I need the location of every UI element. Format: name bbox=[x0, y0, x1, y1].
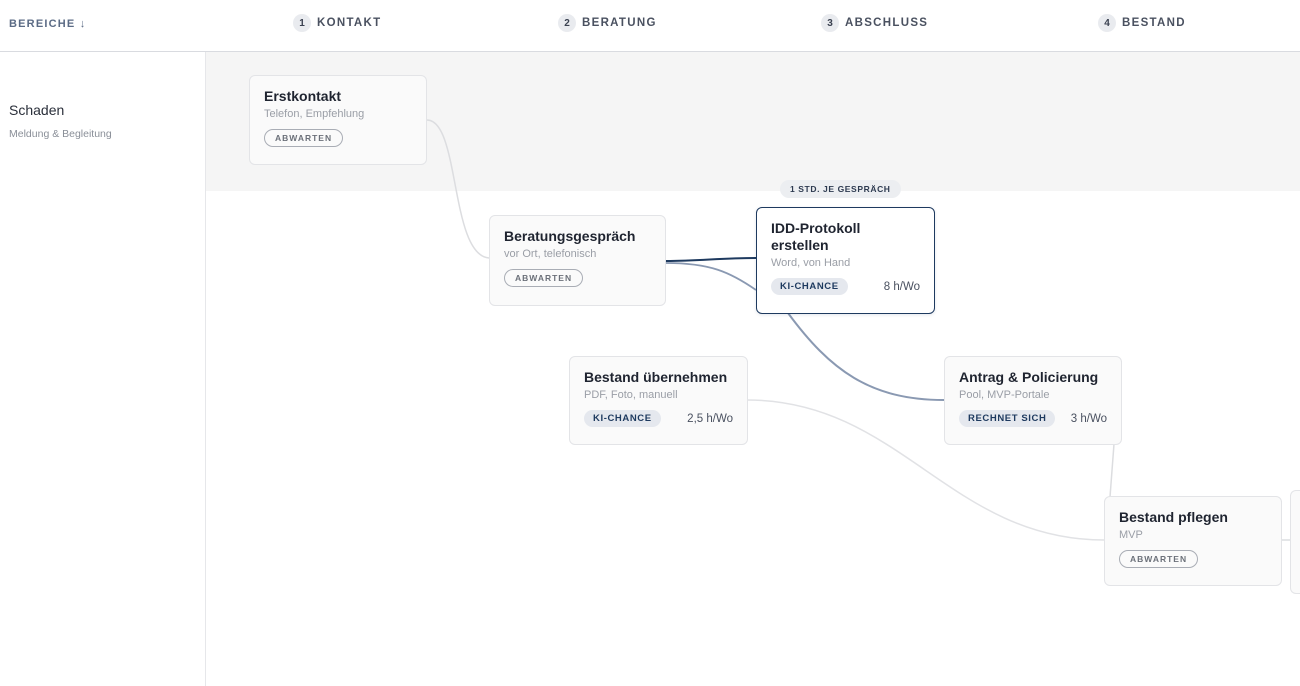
ki-chance-pill: KI-CHANCE bbox=[584, 410, 661, 427]
phase-label: KONTAKT bbox=[317, 17, 382, 29]
phase-number: 1 bbox=[293, 14, 311, 32]
card-idd-protokoll[interactable]: IDD-Protokoll erstellen Word, von Hand K… bbox=[756, 207, 935, 314]
card-subtitle: Word, von Hand bbox=[771, 257, 851, 269]
card-bestand-uebernehmen[interactable]: Bestand übernehmen PDF, Foto, manuell KI… bbox=[569, 356, 748, 445]
bereiche-toggle[interactable]: BEREICHE ↓ bbox=[9, 18, 86, 30]
card-erstkontakt[interactable]: Erstkontakt Telefon, Empfehlung ABWARTEN bbox=[249, 75, 427, 165]
card-title: IDD-Protokoll erstellen bbox=[771, 220, 861, 253]
link-idd-antrag bbox=[787, 312, 945, 401]
phase-header: BEREICHE ↓ 1 KONTAKT 2 BERATUNG 3 ABSCHL… bbox=[0, 0, 1300, 52]
phase-beratung[interactable]: 2 BERATUNG bbox=[558, 14, 657, 32]
card-next-partial[interactable] bbox=[1290, 490, 1300, 594]
link-antrag-pflegen bbox=[1109, 443, 1115, 498]
link-beratung-idd bbox=[665, 257, 757, 262]
card-antrag-policierung[interactable]: Antrag & Policierung Pool, MVP-Portale R… bbox=[944, 356, 1122, 445]
card-subtitle: MVP bbox=[1119, 529, 1143, 541]
card-title: Antrag & Policierung bbox=[959, 369, 1099, 385]
card-title: Erstkontakt bbox=[264, 88, 342, 104]
phase-number: 2 bbox=[558, 14, 576, 32]
card-subtitle: Telefon, Empfehlung bbox=[264, 108, 365, 120]
phase-kontakt[interactable]: 1 KONTAKT bbox=[293, 14, 381, 32]
card-subtitle: Pool, MVP-Portale bbox=[959, 389, 1050, 401]
status-pill: ABWARTEN bbox=[504, 269, 584, 287]
phase-abschluss[interactable]: 3 ABSCHLUSS bbox=[821, 14, 928, 32]
phase-number: 4 bbox=[1098, 14, 1116, 32]
card-bestand-pflegen[interactable]: Bestand pflegen MVP ABWARTEN bbox=[1104, 496, 1282, 586]
rechnet-sich-pill: RECHNET SICH bbox=[959, 410, 1056, 427]
status-pill: ABWARTEN bbox=[264, 129, 344, 147]
hours-per-week: 2,5 h/Wo bbox=[687, 412, 733, 425]
status-pill: ABWARTEN bbox=[1119, 550, 1199, 568]
card-title: Bestand pflegen bbox=[1119, 509, 1228, 525]
link-erstkontakt-beratung bbox=[426, 119, 490, 259]
card-subtitle: PDF, Foto, manuell bbox=[584, 389, 678, 401]
ki-chance-pill: KI-CHANCE bbox=[771, 278, 848, 295]
phase-label: ABSCHLUSS bbox=[845, 17, 929, 29]
card-title: Beratungsgespräch bbox=[504, 228, 636, 244]
phase-label: BERATUNG bbox=[582, 17, 657, 29]
card-title: Bestand übernehmen bbox=[584, 369, 728, 385]
phase-label: BESTAND bbox=[1122, 17, 1186, 29]
link-beratung-idd-2 bbox=[665, 262, 757, 291]
hours-per-week: 3 h/Wo bbox=[1070, 412, 1107, 425]
card-subtitle: vor Ort, telefonisch bbox=[504, 248, 597, 260]
hours-per-week: 8 h/Wo bbox=[883, 280, 920, 293]
effort-badge: 1 STD. JE GESPRÄCH bbox=[780, 180, 901, 198]
card-beratungsgespraech[interactable]: Beratungsgespräch vor Ort, telefonisch A… bbox=[489, 215, 666, 306]
phase-bestand[interactable]: 4 BESTAND bbox=[1098, 14, 1186, 32]
phase-number: 3 bbox=[821, 14, 839, 32]
